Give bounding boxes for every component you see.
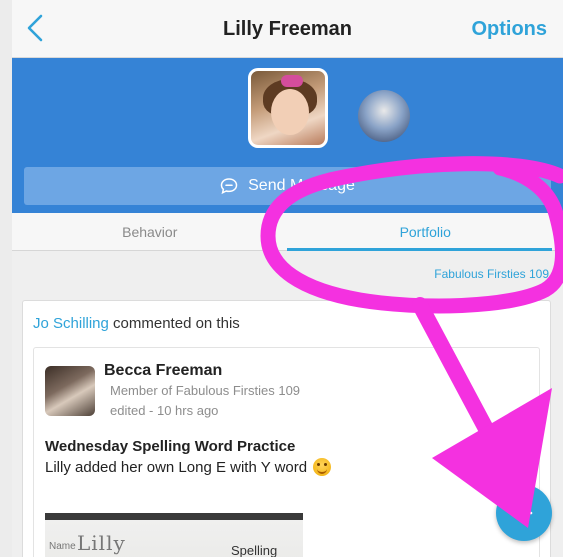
add-post-button[interactable]	[496, 485, 552, 541]
tab-portfolio[interactable]: Portfolio	[288, 213, 563, 250]
comment-notice: Jo Schilling commented on this	[23, 301, 550, 345]
worksheet-name-value: Lilly	[77, 531, 126, 555]
post-body: Lilly added her own Long E with Y word	[45, 458, 332, 476]
send-message-label: Send Message	[248, 177, 355, 194]
tab-bar: Behavior Portfolio	[12, 213, 563, 251]
active-tab-indicator	[287, 248, 552, 251]
app-screen: Lilly Freeman Options Send Message Behav…	[12, 0, 563, 557]
plus-icon	[515, 504, 533, 522]
class-filter[interactable]: Fabulous Firsties 109	[12, 251, 563, 297]
tab-behavior[interactable]: Behavior	[12, 213, 288, 250]
profile-header: Send Message	[12, 58, 563, 213]
author-role: Member of Fabulous Firsties 109	[110, 383, 301, 398]
commenter-link[interactable]: Jo Schilling	[33, 315, 109, 332]
smile-emoji-icon	[313, 458, 332, 476]
comment-text: commented on this	[108, 315, 240, 332]
student-avatar[interactable]	[248, 68, 328, 148]
worksheet-title: Spelling Sort	[231, 543, 278, 557]
parent-avatar[interactable]	[358, 90, 410, 142]
author-avatar[interactable]	[45, 366, 95, 416]
post-photo[interactable]: Name Lilly Spelling Sort	[45, 513, 303, 557]
post[interactable]: Becca Freeman Member of Fabulous Firstie…	[33, 347, 540, 557]
post-title: Wednesday Spelling Word Practice	[45, 438, 296, 455]
options-button[interactable]: Options	[471, 18, 547, 41]
author-time: edited - 10 hrs ago	[110, 403, 219, 418]
send-message-button[interactable]: Send Message	[24, 167, 551, 205]
author-name: Becca Freeman	[104, 362, 223, 379]
author-meta: Member of Fabulous Firsties 109 edited -…	[110, 381, 300, 421]
post-body-text: Lilly added her own Long E with Y word	[45, 458, 308, 476]
portfolio-card[interactable]: Jo Schilling commented on this Becca Fre…	[22, 300, 551, 557]
class-filter-label: Fabulous Firsties 109	[434, 267, 549, 281]
navigation-bar: Lilly Freeman Options	[12, 0, 563, 58]
chat-bubble-icon	[220, 178, 238, 195]
worksheet-name-label: Name	[49, 541, 76, 552]
